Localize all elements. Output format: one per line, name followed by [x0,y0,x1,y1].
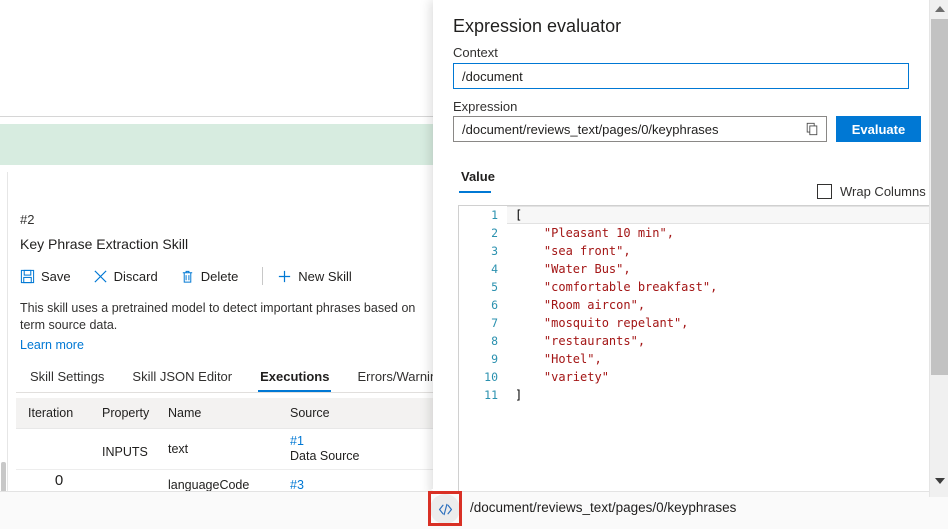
left-scrollbar[interactable] [0,172,8,529]
line-number: 2 [459,224,507,242]
save-button[interactable]: Save [20,267,81,286]
line-number: 6 [459,296,507,314]
code-line: "sea front", [507,242,948,260]
value-code-editor[interactable]: 1 2 3 4 5 6 7 8 9 10 11 [ "Pleasant 10 m… [458,205,948,495]
delete-label: Delete [201,269,239,284]
code-line: "restaurants", [507,332,948,350]
expression-path-text: /document/reviews_text/pages/0/keyphrase… [470,500,736,515]
app-root: #2 Key Phrase Extraction Skill Save Disc… [0,0,948,529]
code-line: [ [507,206,948,224]
cell-source-text: #1 Data Source [290,430,430,468]
skill-command-bar: Save Discard Delete New Skill [20,264,374,288]
tab-executions[interactable]: Executions [246,365,343,392]
wrap-columns-checkbox[interactable] [817,184,832,199]
skill-number: #2 [20,212,34,227]
cell-name-languagecode: languageCode [168,478,290,492]
tabs-underline [16,392,440,393]
source-link-3[interactable]: #3 [290,478,304,492]
code-line: "Room aircon", [507,296,948,314]
skill-title: Key Phrase Extraction Skill [20,236,188,252]
column-header-name: Name [168,406,290,420]
code-line: "Hotel", [507,350,948,368]
value-tab[interactable]: Value [461,169,495,191]
discard-label: Discard [114,269,158,284]
line-number: 9 [459,350,507,368]
code-line: "Pleasant 10 min", [507,224,948,242]
copy-icon[interactable] [799,117,825,141]
editor-code-area[interactable]: [ "Pleasant 10 min", "sea front", "Water… [507,206,948,494]
source-subtext-1: Data Source [290,449,430,464]
skill-tabs: Skill Settings Skill JSON Editor Executi… [16,362,465,392]
iteration-value: 0 [55,472,63,489]
code-line: "variety" [507,368,948,386]
skill-description: This skill uses a pretrained model to de… [20,300,440,334]
code-line: ] [507,386,948,404]
highlight-box [428,491,462,526]
line-number: 11 [459,386,507,404]
scroll-down-arrow-icon[interactable] [930,472,948,489]
column-header-property: Property [102,406,168,420]
scroll-up-arrow-icon[interactable] [930,0,948,17]
learn-more-link[interactable]: Learn more [20,338,84,352]
plus-icon [277,269,292,284]
close-icon [93,269,108,284]
evaluate-button[interactable]: Evaluate [836,116,921,142]
expression-input[interactable] [453,116,827,142]
context-input[interactable] [453,63,909,89]
command-separator [262,267,263,285]
code-line: "mosquito repelant", [507,314,948,332]
delete-button[interactable]: Delete [180,267,249,286]
tab-skill-settings[interactable]: Skill Settings [16,365,118,392]
source-link-1[interactable]: #1 [290,434,430,449]
line-number: 3 [459,242,507,260]
editor-gutter: 1 2 3 4 5 6 7 8 9 10 11 [459,206,507,494]
context-label: Context [453,45,498,60]
line-number: 4 [459,260,507,278]
column-header-iteration: Iteration [16,406,102,420]
wrap-columns-label: Wrap Columns [840,184,926,199]
cell-property-inputs-label: INPUTS [102,445,168,459]
new-skill-label: New Skill [298,269,351,284]
code-line: "comfortable breakfast", [507,278,948,296]
page-scrollbar[interactable] [929,0,948,497]
save-label: Save [41,269,71,284]
line-number: 1 [459,206,507,224]
table-header-row: Iteration Property Name Source [16,398,440,429]
panel-title: Expression evaluator [453,16,621,37]
code-line: "Water Bus", [507,260,948,278]
line-number: 7 [459,314,507,332]
page-scrollbar-thumb[interactable] [931,19,948,375]
column-header-source: Source [290,406,430,420]
discard-button[interactable]: Discard [93,267,168,286]
expression-evaluator-panel: Expression evaluator Context Expression … [433,0,929,497]
new-skill-button[interactable]: New Skill [277,267,361,286]
cell-source-languagecode: #3 [290,478,430,492]
line-number: 8 [459,332,507,350]
save-icon [20,269,35,284]
expression-label: Expression [453,99,517,114]
tab-skill-json-editor[interactable]: Skill JSON Editor [118,365,246,392]
value-tab-underline [459,191,491,193]
cell-name-text: text [168,442,290,456]
wrap-columns-toggle[interactable]: Wrap Columns [817,184,926,199]
line-number: 10 [459,368,507,386]
line-number: 5 [459,278,507,296]
trash-icon [180,269,195,284]
